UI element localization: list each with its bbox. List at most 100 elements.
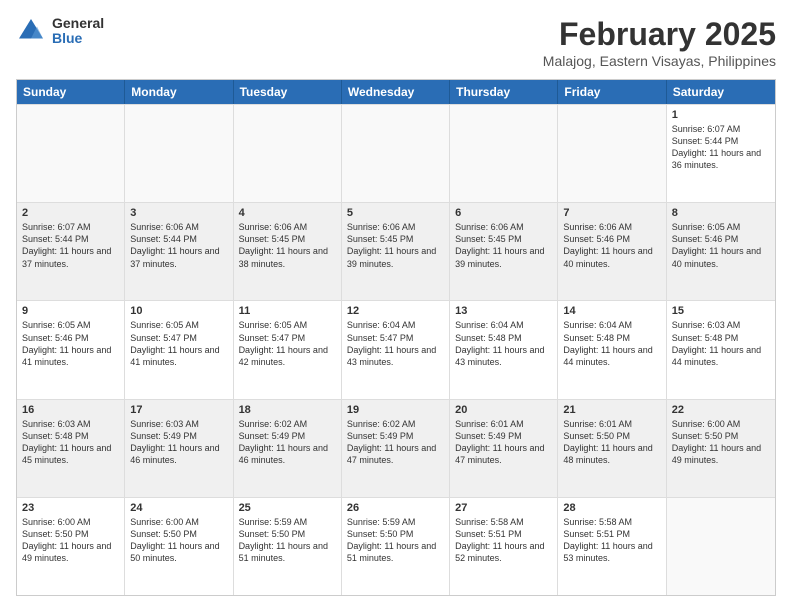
- cell-info: Sunrise: 6:06 AMSunset: 5:46 PMDaylight:…: [563, 221, 660, 270]
- day-number: 18: [239, 404, 336, 416]
- cell-info: Sunrise: 6:07 AMSunset: 5:44 PMDaylight:…: [22, 221, 119, 270]
- calendar-cell: 25 Sunrise: 5:59 AMSunset: 5:50 PMDayligh…: [234, 498, 342, 595]
- cell-info: Sunrise: 6:03 AMSunset: 5:48 PMDaylight:…: [672, 319, 770, 368]
- day-number: 27: [455, 502, 552, 514]
- calendar-cell: 7 Sunrise: 6:06 AMSunset: 5:46 PMDaylight…: [558, 203, 666, 300]
- cell-info: Sunrise: 5:58 AMSunset: 5:51 PMDaylight:…: [455, 516, 552, 565]
- day-number: 23: [22, 502, 119, 514]
- cell-info: Sunrise: 5:59 AMSunset: 5:50 PMDaylight:…: [347, 516, 444, 565]
- calendar-cell: 5 Sunrise: 6:06 AMSunset: 5:45 PMDaylight…: [342, 203, 450, 300]
- calendar-cell: 13 Sunrise: 6:04 AMSunset: 5:48 PMDayligh…: [450, 301, 558, 398]
- cell-info: Sunrise: 6:05 AMSunset: 5:47 PMDaylight:…: [239, 319, 336, 368]
- day-number: 10: [130, 305, 227, 317]
- cell-info: Sunrise: 6:04 AMSunset: 5:48 PMDaylight:…: [455, 319, 552, 368]
- calendar-cell: 28 Sunrise: 5:58 AMSunset: 5:51 PMDayligh…: [558, 498, 666, 595]
- cell-info: Sunrise: 6:00 AMSunset: 5:50 PMDaylight:…: [22, 516, 119, 565]
- day-number: 28: [563, 502, 660, 514]
- calendar-cell: 9 Sunrise: 6:05 AMSunset: 5:46 PMDaylight…: [17, 301, 125, 398]
- calendar-cell: 27 Sunrise: 5:58 AMSunset: 5:51 PMDayligh…: [450, 498, 558, 595]
- calendar-row: 23 Sunrise: 6:00 AMSunset: 5:50 PMDayligh…: [17, 497, 775, 595]
- day-number: 22: [672, 404, 770, 416]
- cell-info: Sunrise: 6:04 AMSunset: 5:48 PMDaylight:…: [563, 319, 660, 368]
- day-number: 5: [347, 207, 444, 219]
- day-number: 19: [347, 404, 444, 416]
- day-number: 9: [22, 305, 119, 317]
- calendar-cell: [17, 105, 125, 202]
- cell-info: Sunrise: 6:05 AMSunset: 5:47 PMDaylight:…: [130, 319, 227, 368]
- calendar-cell: 4 Sunrise: 6:06 AMSunset: 5:45 PMDaylight…: [234, 203, 342, 300]
- calendar-header-cell: Friday: [558, 80, 666, 104]
- calendar-cell: 26 Sunrise: 5:59 AMSunset: 5:50 PMDayligh…: [342, 498, 450, 595]
- calendar-cell: [125, 105, 233, 202]
- calendar-row: 2 Sunrise: 6:07 AMSunset: 5:44 PMDaylight…: [17, 202, 775, 300]
- cell-info: Sunrise: 5:58 AMSunset: 5:51 PMDaylight:…: [563, 516, 660, 565]
- page: General Blue February 2025 Malajog, East…: [0, 0, 792, 612]
- day-number: 13: [455, 305, 552, 317]
- cell-info: Sunrise: 6:06 AMSunset: 5:45 PMDaylight:…: [347, 221, 444, 270]
- cell-info: Sunrise: 5:59 AMSunset: 5:50 PMDaylight:…: [239, 516, 336, 565]
- calendar-header-cell: Tuesday: [234, 80, 342, 104]
- logo-general-text: General: [52, 16, 104, 31]
- calendar-cell: 24Sunrise: 6:00 AMSunset: 5:50 PMDayligh…: [125, 498, 233, 595]
- calendar-cell: 12 Sunrise: 6:04 AMSunset: 5:47 PMDayligh…: [342, 301, 450, 398]
- day-number: 16: [22, 404, 119, 416]
- day-number: 12: [347, 305, 444, 317]
- calendar: SundayMondayTuesdayWednesdayThursdayFrid…: [16, 79, 776, 596]
- cell-info: Sunrise: 6:02 AMSunset: 5:49 PMDaylight:…: [239, 418, 336, 467]
- cell-info: Sunrise: 6:04 AMSunset: 5:47 PMDaylight:…: [347, 319, 444, 368]
- calendar-cell: 8Sunrise: 6:05 AMSunset: 5:46 PMDaylight…: [667, 203, 775, 300]
- calendar-cell: 11 Sunrise: 6:05 AMSunset: 5:47 PMDayligh…: [234, 301, 342, 398]
- subtitle: Malajog, Eastern Visayas, Philippines: [543, 53, 776, 69]
- calendar-cell: 10 Sunrise: 6:05 AMSunset: 5:47 PMDayligh…: [125, 301, 233, 398]
- calendar-header-cell: Monday: [125, 80, 233, 104]
- day-number: 2: [22, 207, 119, 219]
- day-number: 21: [563, 404, 660, 416]
- calendar-cell: [558, 105, 666, 202]
- cell-info: Sunrise: 6:00 AMSunset: 5:50 PMDaylight:…: [672, 418, 770, 467]
- day-number: 17: [130, 404, 227, 416]
- calendar-cell: 21 Sunrise: 6:01 AMSunset: 5:50 PMDayligh…: [558, 400, 666, 497]
- calendar-row: 16Sunrise: 6:03 AMSunset: 5:48 PMDayligh…: [17, 399, 775, 497]
- day-number: 15: [672, 305, 770, 317]
- main-title: February 2025: [543, 16, 776, 53]
- calendar-cell: 14Sunrise: 6:04 AMSunset: 5:48 PMDayligh…: [558, 301, 666, 398]
- logo: General Blue: [16, 16, 104, 47]
- calendar-cell: 23 Sunrise: 6:00 AMSunset: 5:50 PMDayligh…: [17, 498, 125, 595]
- cell-info: Sunrise: 6:07 AMSunset: 5:44 PMDaylight:…: [672, 123, 770, 172]
- cell-info: Sunrise: 6:00 AMSunset: 5:50 PMDaylight:…: [130, 516, 227, 565]
- day-number: 7: [563, 207, 660, 219]
- day-number: 20: [455, 404, 552, 416]
- header: General Blue February 2025 Malajog, East…: [16, 16, 776, 69]
- day-number: 4: [239, 207, 336, 219]
- calendar-cell: 19 Sunrise: 6:02 AMSunset: 5:49 PMDayligh…: [342, 400, 450, 497]
- calendar-header-cell: Sunday: [17, 80, 125, 104]
- calendar-cell: 3 Sunrise: 6:06 AMSunset: 5:44 PMDaylight…: [125, 203, 233, 300]
- calendar-cell: 18 Sunrise: 6:02 AMSunset: 5:49 PMDayligh…: [234, 400, 342, 497]
- calendar-cell: [667, 498, 775, 595]
- day-number: 26: [347, 502, 444, 514]
- day-number: 11: [239, 305, 336, 317]
- cell-info: Sunrise: 6:02 AMSunset: 5:49 PMDaylight:…: [347, 418, 444, 467]
- logo-icon: [16, 16, 46, 46]
- calendar-cell: 2 Sunrise: 6:07 AMSunset: 5:44 PMDaylight…: [17, 203, 125, 300]
- calendar-cell: 22 Sunrise: 6:00 AMSunset: 5:50 PMDayligh…: [667, 400, 775, 497]
- calendar-cell: [234, 105, 342, 202]
- day-number: 8: [672, 207, 770, 219]
- calendar-row: 9 Sunrise: 6:05 AMSunset: 5:46 PMDaylight…: [17, 300, 775, 398]
- calendar-cell: 20 Sunrise: 6:01 AMSunset: 5:49 PMDayligh…: [450, 400, 558, 497]
- cell-info: Sunrise: 6:06 AMSunset: 5:45 PMDaylight:…: [455, 221, 552, 270]
- cell-info: Sunrise: 6:05 AMSunset: 5:46 PMDaylight:…: [22, 319, 119, 368]
- day-number: 25: [239, 502, 336, 514]
- calendar-cell: [342, 105, 450, 202]
- calendar-header-cell: Saturday: [667, 80, 775, 104]
- cell-info: Sunrise: 6:01 AMSunset: 5:50 PMDaylight:…: [563, 418, 660, 467]
- day-number: 3: [130, 207, 227, 219]
- calendar-cell: [450, 105, 558, 202]
- day-number: 1: [672, 109, 770, 121]
- calendar-cell: 6Sunrise: 6:06 AMSunset: 5:45 PMDaylight…: [450, 203, 558, 300]
- title-block: February 2025 Malajog, Eastern Visayas, …: [543, 16, 776, 69]
- cell-info: Sunrise: 6:01 AMSunset: 5:49 PMDaylight:…: [455, 418, 552, 467]
- cell-info: Sunrise: 6:06 AMSunset: 5:45 PMDaylight:…: [239, 221, 336, 270]
- cell-info: Sunrise: 6:06 AMSunset: 5:44 PMDaylight:…: [130, 221, 227, 270]
- calendar-header-cell: Wednesday: [342, 80, 450, 104]
